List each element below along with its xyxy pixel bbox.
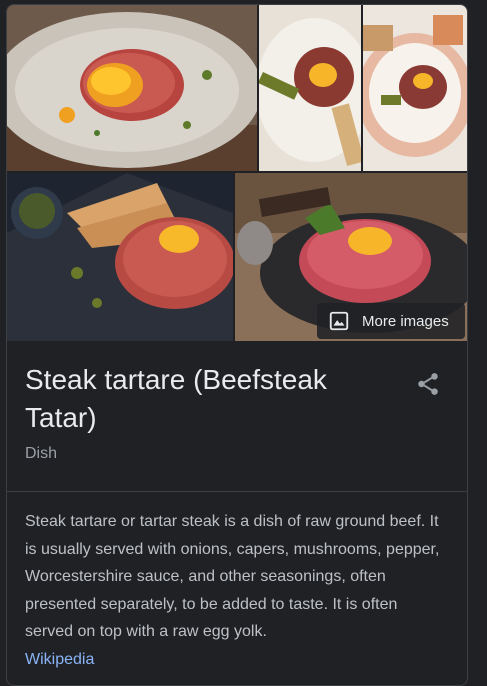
gallery-image-1[interactable] bbox=[7, 5, 257, 171]
entity-subtitle: Dish bbox=[25, 445, 58, 462]
wikipedia-link[interactable]: Wikipedia bbox=[25, 651, 94, 668]
gallery-image-3[interactable] bbox=[363, 5, 467, 171]
gallery-image-2[interactable] bbox=[259, 5, 361, 171]
share-icon[interactable] bbox=[415, 371, 441, 397]
entity-header: Steak tartare (Beefsteak Tatar) bbox=[7, 341, 467, 437]
more-images-button[interactable]: More images bbox=[317, 303, 465, 339]
knowledge-panel: More images Steak tartare (Beefsteak Tat… bbox=[6, 4, 468, 686]
gallery-image-4[interactable] bbox=[7, 173, 233, 341]
more-images-label: More images bbox=[362, 312, 449, 330]
entity-title: Steak tartare (Beefsteak Tatar) bbox=[25, 364, 327, 433]
image-icon bbox=[329, 311, 349, 331]
entity-description: Steak tartare or tartar steak is a dish … bbox=[7, 492, 467, 673]
description-text: Steak tartare or tartar steak is a dish … bbox=[25, 513, 440, 640]
image-gallery: More images bbox=[7, 5, 467, 341]
